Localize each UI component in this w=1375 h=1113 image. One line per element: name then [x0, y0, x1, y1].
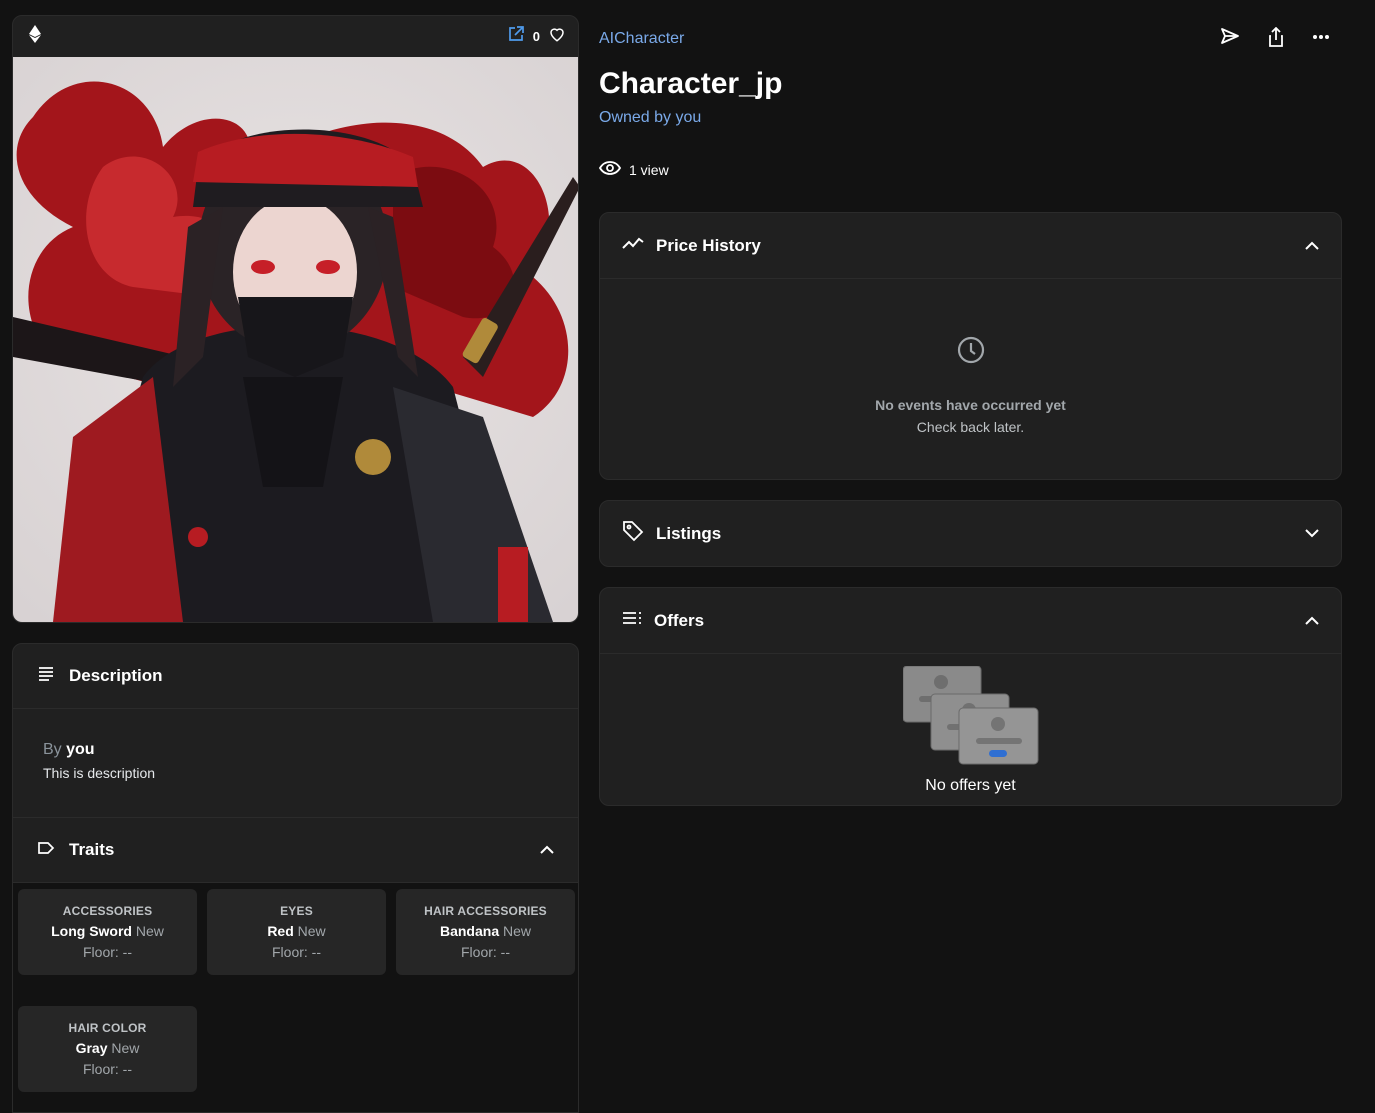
trait-card-eyes[interactable]: EYES Red New Floor: -- [207, 889, 386, 975]
listings-panel: Listings [599, 500, 1342, 567]
collection-link[interactable]: AICharacter [599, 30, 684, 48]
trait-type: ACCESSORIES [62, 904, 153, 918]
clock-icon [957, 336, 985, 369]
trait-value-line: Red New [267, 923, 325, 939]
ethereum-icon [29, 25, 41, 48]
description-title: Description [69, 666, 163, 685]
view-count-text: 1 view [629, 161, 669, 178]
description-text: This is description [43, 765, 156, 781]
price-history-title: Price History [656, 235, 761, 255]
heart-icon[interactable] [548, 25, 566, 48]
favorite-count: 0 [532, 29, 540, 44]
price-history-panel: Price History No events have occurred ye… [599, 212, 1342, 480]
description-header[interactable]: Description [13, 644, 578, 709]
description-panel: Description By you This is description T… [12, 643, 579, 1113]
trait-floor: Floor: -- [83, 1061, 132, 1077]
owner-line: Owned by you [599, 109, 1342, 127]
creator-link[interactable]: you [66, 741, 94, 758]
trait-value: Bandana [439, 923, 500, 939]
trait-type: HAIR ACCESSORIES [424, 904, 547, 918]
media-actions: 0 [507, 25, 566, 48]
item-actions [1220, 26, 1330, 52]
trait-tag: New [111, 1040, 140, 1056]
share-icon[interactable] [1268, 26, 1284, 52]
item-media-column: 0 Description By you This is description… [12, 15, 579, 1113]
send-icon[interactable] [1220, 27, 1240, 52]
price-history-header[interactable]: Price History [600, 213, 1341, 278]
trait-floor: Floor: -- [461, 944, 510, 960]
more-options-icon[interactable] [1312, 27, 1330, 52]
trait-value: Gray [75, 1040, 108, 1056]
trait-type: EYES [280, 904, 313, 918]
by-label: By [43, 741, 62, 758]
trait-tag: New [503, 923, 532, 939]
item-title: Character_jp [599, 67, 783, 100]
item-media-card: 0 [12, 15, 579, 623]
price-history-empty-subtitle: Check back later. [916, 419, 1025, 435]
chevron-up-icon[interactable] [1305, 237, 1319, 255]
listings-header[interactable]: Listings [600, 501, 1341, 566]
trait-card-accessories[interactable]: ACCESSORIES Long Sword New Floor: -- [18, 889, 197, 975]
trait-value-line: Long Sword New [51, 923, 164, 939]
chevron-up-icon[interactable] [540, 841, 554, 859]
tag-icon [37, 841, 55, 860]
list-icon [622, 611, 642, 630]
traits-header[interactable]: Traits [13, 818, 578, 883]
chevron-up-icon[interactable] [1305, 612, 1319, 630]
trait-tag: New [135, 923, 164, 939]
media-header: 0 [13, 16, 578, 57]
item-image[interactable] [13, 57, 579, 622]
creator-line: By you [43, 741, 548, 759]
owner-link[interactable]: you [676, 109, 702, 126]
traits-grid: ACCESSORIES Long Sword New Floor: -- EYE… [13, 883, 578, 1112]
item-top-bar: AICharacter [599, 15, 1342, 63]
view-count: 1 view [598, 161, 1342, 178]
trait-value-line: Gray New [76, 1040, 140, 1056]
price-history-body: No events have occurred yet Check back l… [600, 278, 1341, 479]
trait-card-hair-color[interactable]: HAIR COLOR Gray New Floor: -- [18, 1006, 197, 1092]
owned-by-label: Owned by [599, 109, 672, 126]
price-history-empty-title: No events have occurred yet [875, 397, 1066, 413]
description-body: By you This is description [13, 709, 578, 818]
offers-title: Offers [654, 610, 705, 630]
eye-icon [598, 161, 622, 178]
trait-card-hair-accessories[interactable]: HAIR ACCESSORIES Bandana New Floor: -- [396, 889, 575, 975]
trend-line-icon [622, 236, 644, 255]
item-details-column: AICharacter Character_jp Owned by you 1 … [598, 15, 1342, 806]
offers-panel: Offers No offers yet [599, 587, 1342, 806]
external-link-icon[interactable] [507, 25, 525, 48]
chevron-down-icon[interactable] [1305, 525, 1319, 543]
list-lines-icon [37, 666, 55, 687]
trait-floor: Floor: -- [272, 944, 321, 960]
offers-body: No offers yet [600, 653, 1341, 805]
trait-type: HAIR COLOR [68, 1021, 147, 1035]
trait-value-line: Bandana New [440, 923, 531, 939]
traits-title: Traits [69, 840, 115, 859]
trait-value: Red [267, 923, 294, 939]
empty-offers-cards-icon [902, 665, 1039, 771]
trait-value: Long Sword [51, 923, 132, 939]
listings-title: Listings [656, 523, 722, 543]
tag-icon [622, 520, 644, 547]
trait-floor: Floor: -- [83, 944, 132, 960]
no-offers-text: No offers yet [925, 777, 1016, 794]
offers-header[interactable]: Offers [600, 588, 1341, 653]
trait-tag: New [297, 923, 326, 939]
